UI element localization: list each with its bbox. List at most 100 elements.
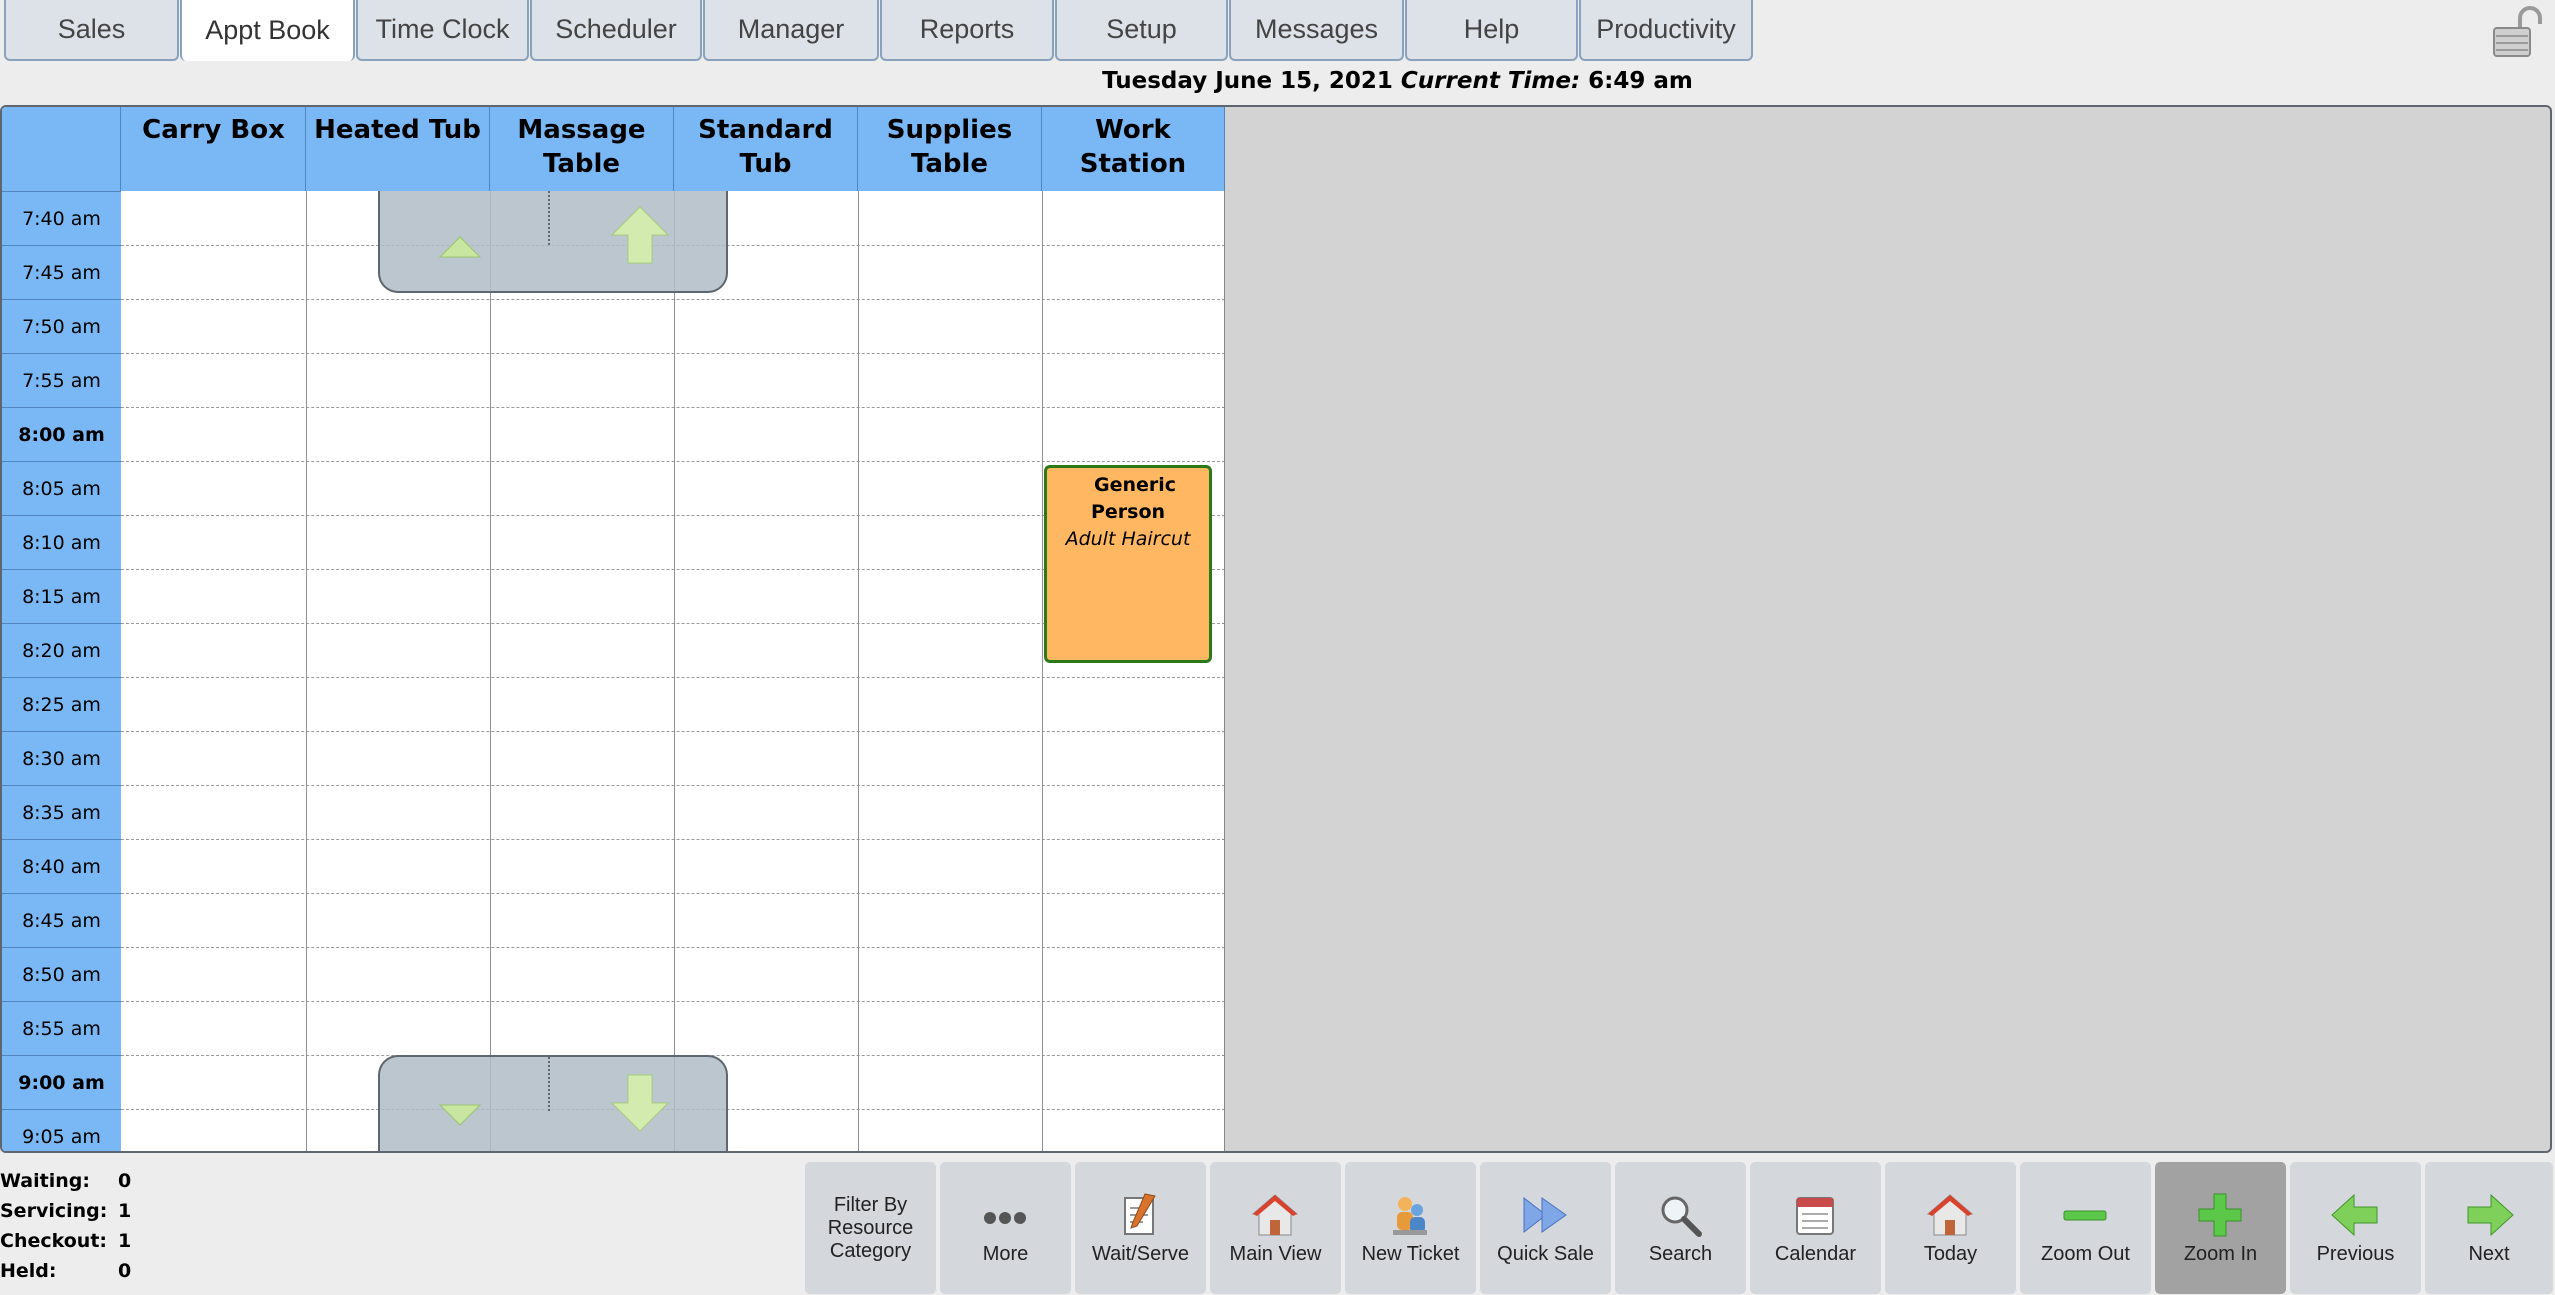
- slot-divider: [121, 731, 1225, 732]
- scroll-down-small-icon[interactable]: [438, 1103, 482, 1127]
- date-time-header: Tuesday June 15, 2021 Current Time: 6:49…: [0, 62, 2555, 104]
- home-icon: [1251, 1194, 1299, 1236]
- home-icon: [1926, 1194, 1974, 1236]
- column-header-carry-box[interactable]: Carry Box: [122, 107, 306, 191]
- time-slot-label: 7:40 am: [2, 191, 121, 245]
- tab-reports[interactable]: Reports: [880, 0, 1054, 61]
- column-divider: [1224, 191, 1225, 1151]
- slot-divider: [121, 785, 1225, 786]
- column-header-massage-table[interactable]: Massage Table: [490, 107, 674, 191]
- scroll-down-large-icon[interactable]: [610, 1073, 670, 1133]
- scroll-up-large-icon[interactable]: [610, 205, 670, 265]
- status-value: 1: [118, 1200, 132, 1222]
- lock-icon[interactable]: [2490, 6, 2548, 58]
- time-slot-label: 9:00 am: [2, 1055, 121, 1109]
- scroll-up-small-icon[interactable]: [438, 235, 482, 259]
- tab-manager[interactable]: Manager: [703, 0, 879, 61]
- previous-button[interactable]: Previous: [2290, 1162, 2421, 1294]
- column-divider: [674, 191, 675, 1151]
- slot-divider: [121, 461, 1225, 462]
- time-slot-label: 8:40 am: [2, 839, 121, 893]
- tab-scheduler[interactable]: Scheduler: [530, 0, 702, 61]
- slot-divider: [121, 353, 1225, 354]
- tab-messages[interactable]: Messages: [1229, 0, 1404, 61]
- today-button[interactable]: Today: [1885, 1162, 2016, 1294]
- arrow-left-icon: [2331, 1193, 2378, 1237]
- column-header-text: Table: [542, 149, 621, 179]
- main-tab-bar: Sales Appt Book Time Clock Scheduler Man…: [0, 0, 1760, 62]
- time-slot-label: 8:55 am: [2, 1001, 121, 1055]
- filter-label-line: Resource: [827, 1217, 914, 1239]
- button-label: New Ticket: [1361, 1243, 1460, 1265]
- time-slot-label: 8:25 am: [2, 677, 121, 731]
- slot-divider: [121, 839, 1225, 840]
- scroll-up-control: [378, 191, 728, 293]
- status-waiting: Waiting: 0: [0, 1166, 140, 1196]
- new-ticket-button[interactable]: New Ticket: [1345, 1162, 1476, 1294]
- appointment-client-last-name: Person: [1090, 501, 1166, 523]
- quick-sale-button[interactable]: Quick Sale: [1480, 1162, 1611, 1294]
- time-column: 7:40 am 7:45 am 7:50 am 7:55 am 8:00 am …: [2, 191, 121, 1151]
- tab-help[interactable]: Help: [1405, 0, 1578, 61]
- appointment-grid[interactable]: Carry Box Heated Tub Massage Table Stand…: [2, 107, 1225, 1151]
- header-corner: [2, 107, 121, 191]
- fast-forward-icon: [1523, 1196, 1567, 1234]
- button-label: Main View: [1229, 1243, 1322, 1265]
- next-button[interactable]: Next: [2425, 1162, 2553, 1294]
- main-view-button[interactable]: Main View: [1210, 1162, 1341, 1294]
- button-label: Today: [1923, 1243, 1978, 1265]
- arrow-right-icon: [2467, 1193, 2514, 1237]
- button-label: Previous: [2316, 1243, 2395, 1265]
- column-divider: [858, 191, 859, 1151]
- time-slot-label: 8:50 am: [2, 947, 121, 1001]
- slot-divider: [121, 299, 1225, 300]
- column-header-text: Work Station: [1079, 115, 1187, 179]
- more-button[interactable]: More: [940, 1162, 1071, 1294]
- plus-icon: [2198, 1193, 2242, 1237]
- zoom-out-button[interactable]: Zoom Out: [2020, 1162, 2151, 1294]
- scroll-divider: [548, 1057, 550, 1111]
- button-label: Zoom In: [2183, 1243, 2258, 1265]
- tab-setup[interactable]: Setup: [1055, 0, 1228, 61]
- button-label: Next: [2468, 1243, 2510, 1265]
- status-checkout: Checkout: 1: [0, 1226, 140, 1256]
- current-date: Tuesday June 15, 2021: [1102, 68, 1393, 94]
- column-header-standard-tub[interactable]: Standard Tub: [674, 107, 858, 191]
- clipboard-pencil-icon: [1124, 1193, 1156, 1235]
- queue-status: Waiting: 0 Servicing: 1 Checkout: 1 Held…: [0, 1166, 140, 1286]
- search-button[interactable]: Search: [1615, 1162, 1746, 1294]
- status-label: Checkout:: [0, 1230, 108, 1252]
- scroll-divider: [548, 191, 550, 245]
- slot-divider: [121, 677, 1225, 678]
- column-header-heated-tub[interactable]: Heated Tub: [306, 107, 490, 191]
- column-header-text: Supplies: [886, 115, 1013, 145]
- zoom-in-button[interactable]: Zoom In: [2155, 1162, 2286, 1294]
- appointment-client-first-name: Generic: [1093, 474, 1177, 496]
- column-divider: [490, 191, 491, 1151]
- slot-divider: [121, 1001, 1225, 1002]
- minus-icon: [2063, 1210, 2107, 1221]
- filter-by-resource-category-button[interactable]: Filter By Resource Category: [805, 1162, 936, 1294]
- button-label: Calendar: [1774, 1243, 1857, 1265]
- column-header-supplies-table[interactable]: Supplies Table: [858, 107, 1042, 191]
- time-slot-label: 8:30 am: [2, 731, 121, 785]
- wait-serve-button[interactable]: Wait/Serve: [1075, 1162, 1206, 1294]
- appointment-block[interactable]: Generic Person Adult Haircut: [1044, 465, 1212, 663]
- status-label: Servicing:: [0, 1200, 108, 1222]
- column-header-text: Carry Box: [142, 115, 285, 145]
- status-held: Held: 0: [0, 1256, 140, 1286]
- tab-sales[interactable]: Sales: [4, 0, 179, 61]
- status-value: 0: [118, 1170, 132, 1192]
- column-header-work-station[interactable]: Work Station: [1042, 107, 1225, 191]
- tab-appt-book[interactable]: Appt Book: [180, 0, 355, 61]
- tab-time-clock[interactable]: Time Clock: [356, 0, 529, 61]
- slot-divider: [121, 893, 1225, 894]
- calendar-button[interactable]: Calendar: [1750, 1162, 1881, 1294]
- more-dots-icon: [984, 1212, 1026, 1224]
- time-slot-label: 7:50 am: [2, 299, 121, 353]
- search-icon: [1661, 1196, 1702, 1237]
- slot-divider: [121, 947, 1225, 948]
- time-slot-label: 8:15 am: [2, 569, 121, 623]
- column-header-text: Massage: [517, 115, 646, 145]
- tab-productivity[interactable]: Productivity: [1579, 0, 1753, 61]
